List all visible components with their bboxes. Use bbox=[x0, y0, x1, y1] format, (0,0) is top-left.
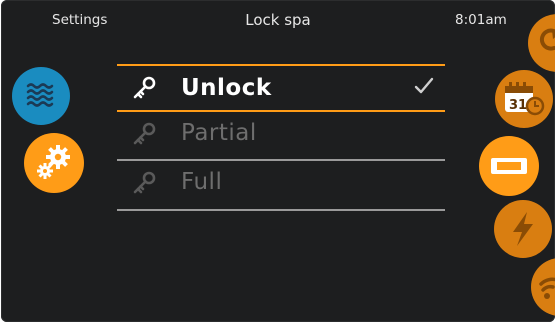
lock-option-partial[interactable]: Partial bbox=[117, 112, 445, 161]
water-care-button[interactable] bbox=[12, 67, 70, 125]
wifi-icon bbox=[539, 277, 555, 299]
lock-option-unlock[interactable]: Unlock bbox=[117, 64, 445, 112]
lock-options-list: Unlock Partial Full bbox=[117, 64, 445, 211]
water-waves-icon bbox=[26, 83, 54, 107]
checkmark-icon bbox=[414, 77, 434, 94]
lock-option-label: Partial bbox=[181, 120, 257, 146]
calendar-day: 31 bbox=[509, 98, 527, 113]
settings-button[interactable] bbox=[24, 133, 84, 193]
schedule-button[interactable]: 31 bbox=[495, 70, 553, 128]
key-icon bbox=[133, 122, 156, 145]
calendar-clock-icon: 31 bbox=[505, 82, 545, 116]
key-icon bbox=[133, 76, 156, 99]
rotate-button[interactable] bbox=[528, 14, 555, 72]
lock-option-label: Unlock bbox=[181, 75, 272, 101]
display-button[interactable] bbox=[479, 136, 539, 196]
energy-button[interactable] bbox=[494, 200, 552, 258]
spa-control-screen: Settings Lock spa 8:01am Unlock Partial … bbox=[1, 0, 555, 322]
lock-option-full[interactable]: Full bbox=[117, 161, 445, 211]
display-screen-icon bbox=[491, 158, 527, 174]
wifi-button[interactable] bbox=[531, 258, 555, 316]
lock-option-label: Full bbox=[181, 169, 223, 195]
lightning-icon bbox=[513, 212, 533, 246]
key-icon bbox=[133, 171, 156, 194]
clock-time: 8:01am bbox=[455, 12, 507, 28]
rotate-arrow-icon bbox=[539, 28, 555, 51]
gears-icon bbox=[37, 145, 70, 179]
